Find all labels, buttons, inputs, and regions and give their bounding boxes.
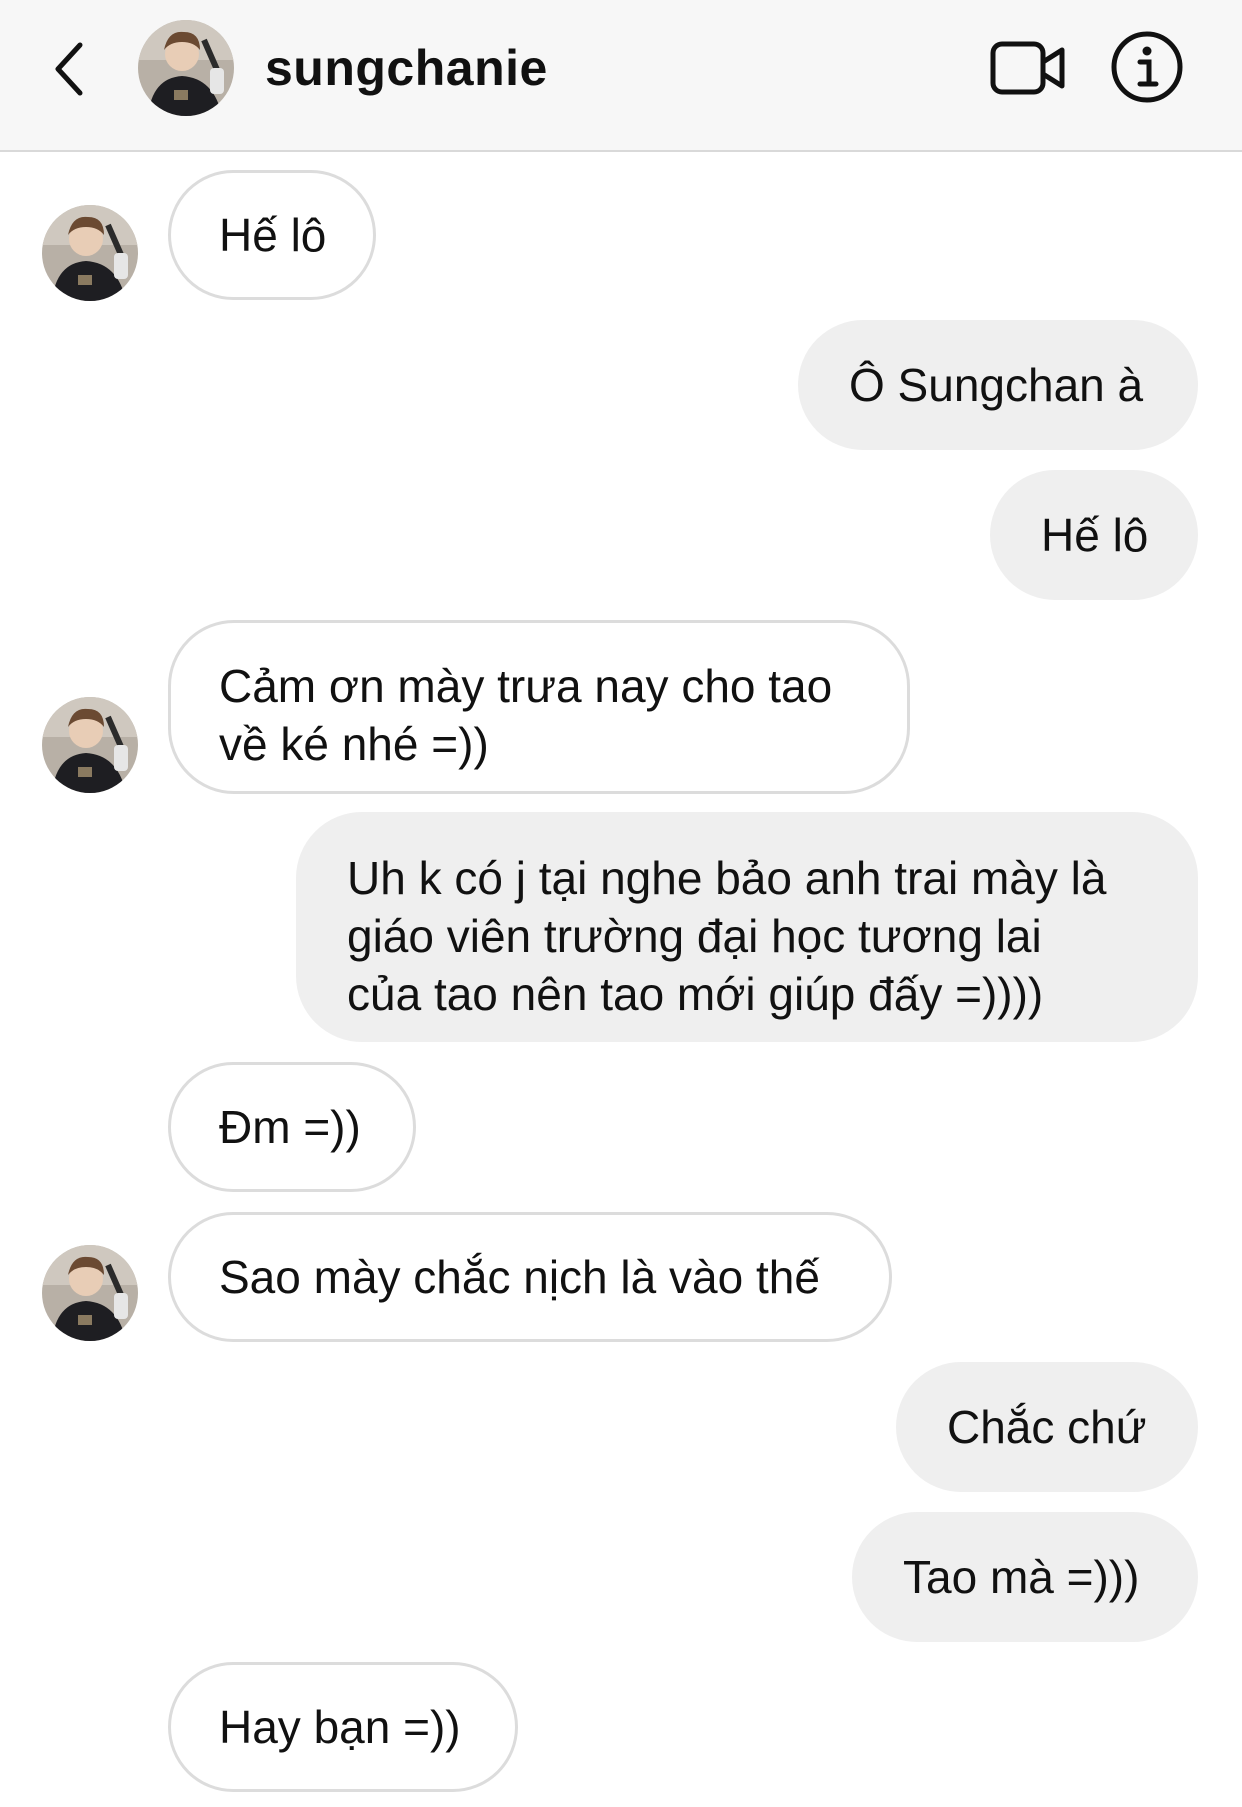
avatar[interactable] [138, 20, 234, 116]
message-bubble-outgoing[interactable]: Chắc chứ [896, 1362, 1198, 1492]
message-bubble-incoming[interactable]: Hế lô [168, 170, 376, 300]
chat-username[interactable]: sungchanie [265, 38, 548, 98]
message-bubble-incoming[interactable]: Hay bạn =)) [168, 1662, 518, 1792]
message-text: Đm =)) [219, 1101, 361, 1153]
video-call-button[interactable] [990, 38, 1066, 98]
message-bubble-outgoing[interactable]: Ô Sungchan à [798, 320, 1198, 450]
message-bubble-incoming[interactable]: Cảm ơn mày trưa nay cho tao về ké nhé =)… [168, 620, 910, 794]
back-button[interactable] [40, 34, 100, 104]
profile-photo [42, 205, 138, 301]
message-line: Cảm ơn mày trưa nay cho tao [219, 660, 833, 712]
info-icon [1111, 31, 1183, 103]
message-bubble-incoming[interactable]: Sao mày chắc nịch là vào thế [168, 1212, 892, 1342]
message-text: Hế lô [1041, 509, 1149, 561]
message-text: Cảm ơn mày trưa nay cho tao về ké nhé =)… [219, 657, 832, 773]
chat-header: sungchanie [0, 0, 1242, 152]
message-line: Uh k có j tại nghe bảo anh trai mày là [347, 852, 1107, 904]
message-text: Sao mày chắc nịch là vào thế [219, 1251, 820, 1303]
info-button[interactable] [1110, 30, 1184, 104]
profile-photo [138, 20, 234, 116]
message-bubble-outgoing[interactable]: Uh k có j tại nghe bảo anh trai mày là g… [296, 812, 1198, 1042]
message-bubble-outgoing[interactable]: Hế lô [990, 470, 1198, 600]
message-bubble-incoming[interactable]: Đm =)) [168, 1062, 416, 1192]
message-text: Tao mà =))) [903, 1551, 1140, 1603]
avatar[interactable] [42, 697, 138, 793]
video-camera-icon [990, 41, 1065, 95]
profile-photo [42, 697, 138, 793]
avatar[interactable] [42, 205, 138, 301]
profile-photo [42, 1245, 138, 1341]
message-text: Hay bạn =)) [219, 1701, 461, 1753]
avatar[interactable] [42, 1245, 138, 1341]
message-line: về ké nhé =)) [219, 718, 489, 770]
message-text: Chắc chứ [947, 1401, 1147, 1453]
message-text: Uh k có j tại nghe bảo anh trai mày là g… [347, 849, 1106, 1023]
message-bubble-outgoing[interactable]: Tao mà =))) [852, 1512, 1198, 1642]
message-text: Hế lô [219, 209, 327, 261]
chevron-left-icon [55, 42, 83, 96]
message-line: của tao nên tao mới giúp đấy =)))) [347, 968, 1044, 1020]
message-text: Ô Sungchan à [849, 359, 1144, 411]
message-line: giáo viên trường đại học tương lai [347, 910, 1042, 962]
